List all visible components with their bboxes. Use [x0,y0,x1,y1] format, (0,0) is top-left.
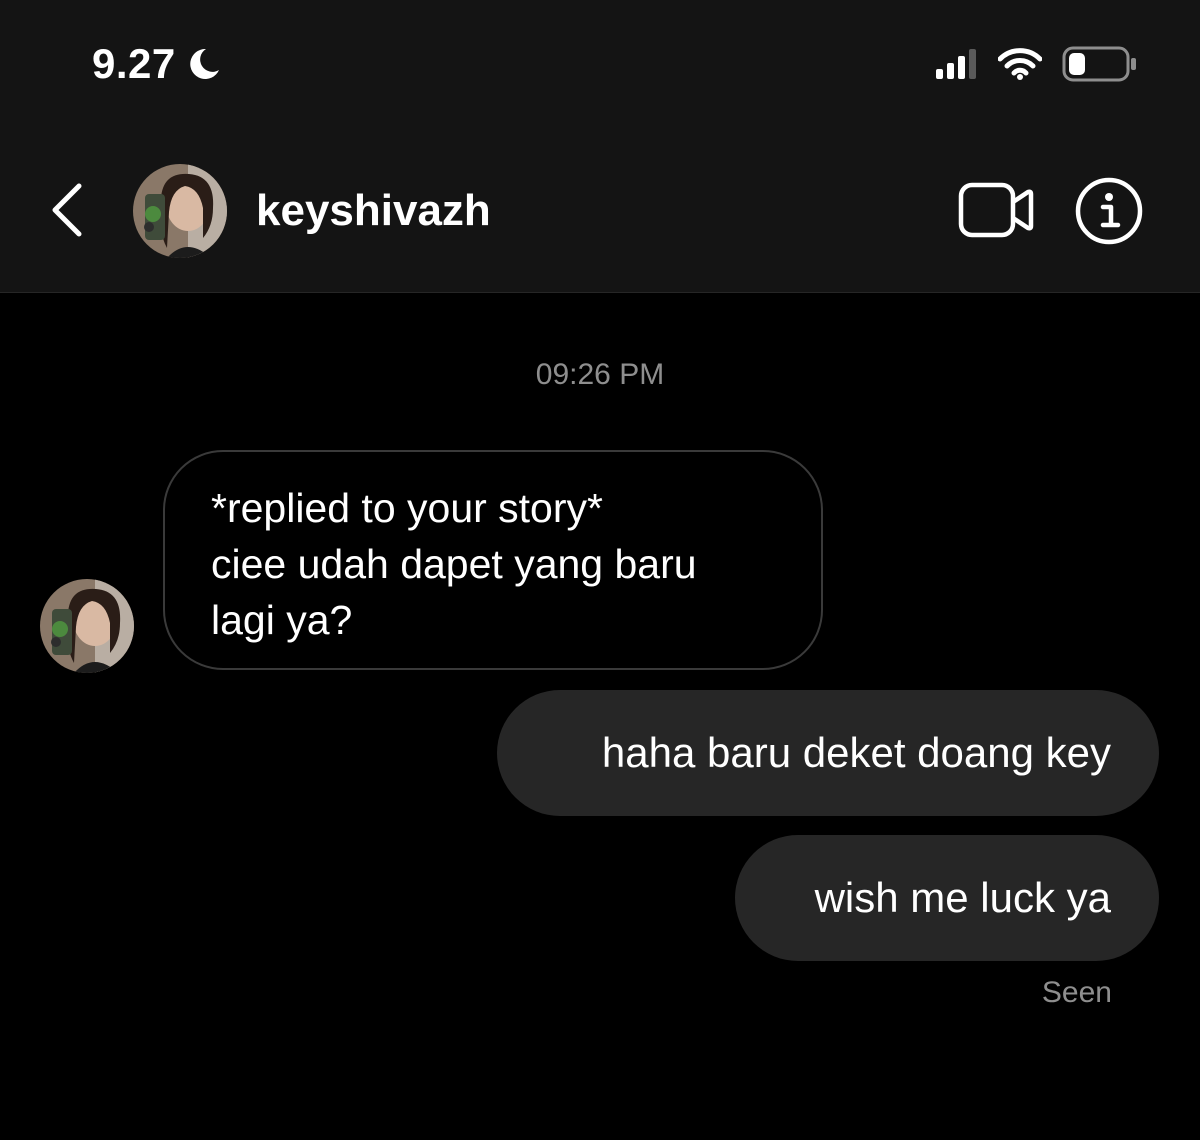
wifi-icon [998,48,1042,80]
battery-icon [1062,46,1136,82]
moon-icon [190,48,219,79]
incoming-message-line: ciee udah dapet yang baru [211,541,697,587]
info-icon [1075,177,1143,245]
status-time: 9.27 [92,40,222,88]
chat-username[interactable]: keyshivazh [256,186,491,236]
read-receipt: Seen [1041,976,1112,1009]
header-avatar[interactable] [133,164,227,258]
status-indicators [936,46,1138,82]
status-time-text: 9.27 [92,40,176,87]
chevron-left-icon [52,183,82,237]
incoming-message-bubble[interactable]: *replied to your story* ciee udah dapet … [163,450,823,670]
video-call-icon [958,182,1034,238]
video-call-button[interactable] [958,180,1034,240]
outgoing-message-bubble[interactable]: haha baru deket doang key [497,690,1159,816]
incoming-message-line: lagi ya? [211,597,353,643]
incoming-message-line: *replied to your story* [211,485,603,531]
signal-icon [936,49,976,79]
outgoing-message-bubble[interactable]: wish me luck ya [735,835,1159,961]
top-bar: 9.27 keyshivazh [0,0,1200,293]
back-button[interactable] [40,180,90,240]
sender-avatar[interactable] [40,579,134,673]
message-timestamp: 09:26 PM [535,358,665,391]
info-button[interactable] [1074,176,1144,246]
